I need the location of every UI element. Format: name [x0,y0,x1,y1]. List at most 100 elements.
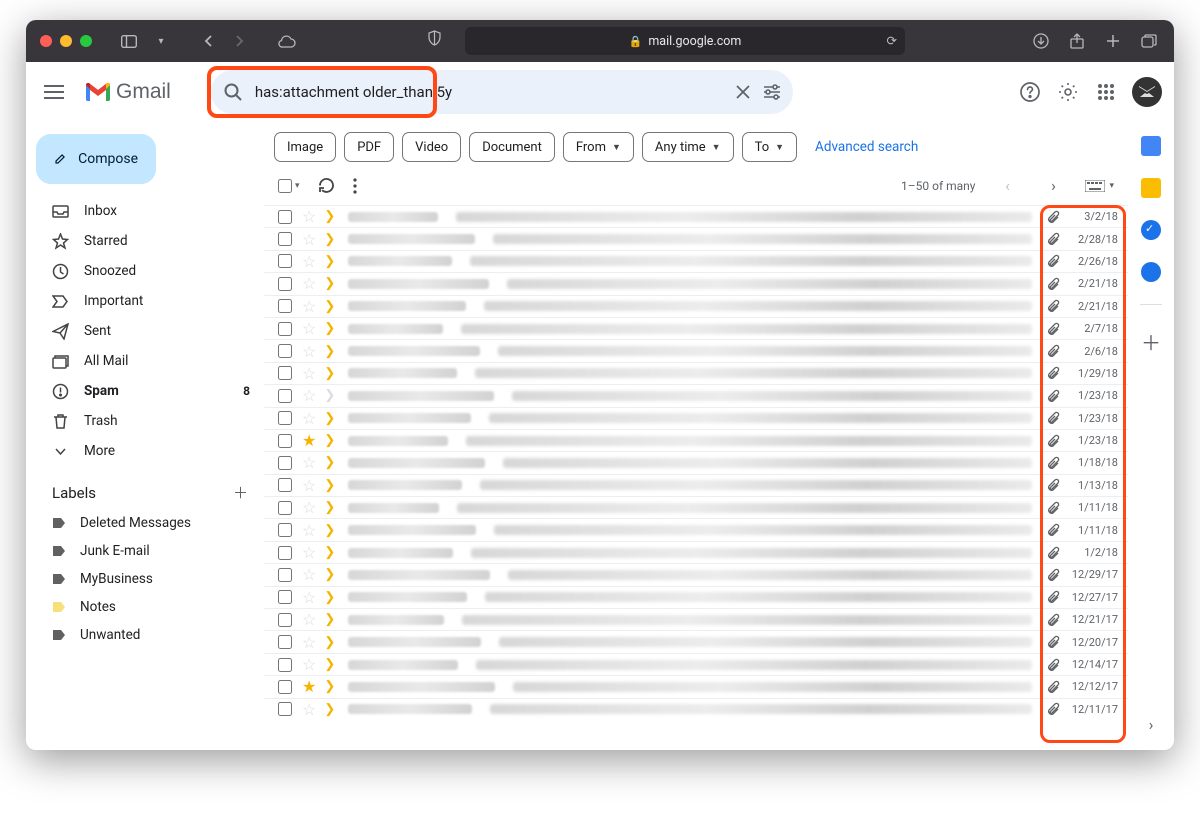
row-checkbox[interactable] [278,590,292,604]
email-row[interactable]: ☆ ❯ 12/20/17 [264,630,1128,652]
label-item[interactable]: Unwanted [34,621,264,649]
email-row[interactable]: ☆ ❯ 12/27/17 [264,586,1128,608]
search-options-icon[interactable] [763,84,781,100]
nav-item-allmail[interactable]: All Mail [34,346,264,376]
star-icon[interactable]: ☆ [302,364,316,383]
support-icon[interactable] [1018,80,1042,104]
star-icon[interactable]: ☆ [302,610,316,629]
clear-search-icon[interactable] [735,84,751,100]
row-checkbox[interactable] [278,501,292,515]
filter-chip[interactable]: Image [274,132,336,162]
row-checkbox[interactable] [278,277,292,291]
download-icon[interactable] [1030,30,1052,52]
email-row[interactable]: ☆ ❯ 1/13/18 [264,474,1128,496]
filter-chip[interactable]: From▼ [563,132,634,162]
share-icon[interactable] [1066,30,1088,52]
importance-marker-icon[interactable]: ❯ [324,299,338,314]
window-minimize-button[interactable] [60,35,72,47]
importance-marker-icon[interactable]: ❯ [324,232,338,247]
nav-item-clock[interactable]: Snoozed [34,256,264,286]
importance-marker-icon[interactable]: ❯ [324,679,338,694]
sidebar-toggle-icon[interactable] [118,30,140,52]
email-row[interactable]: ☆ ❯ 1/23/18 [264,407,1128,429]
nav-item-important[interactable]: Important [34,286,264,316]
row-checkbox[interactable] [278,680,292,694]
cloud-icon[interactable] [276,30,298,52]
row-checkbox[interactable] [278,658,292,672]
filter-chip[interactable]: Document [469,132,555,162]
account-avatar[interactable] [1132,77,1162,107]
filter-chip[interactable]: Video [402,132,461,162]
filter-chip[interactable]: PDF [344,132,394,162]
main-menu-button[interactable] [44,85,84,99]
importance-marker-icon[interactable]: ❯ [324,455,338,470]
reload-icon[interactable]: ⟳ [887,33,897,49]
label-item[interactable]: MyBusiness [34,565,264,593]
star-icon[interactable]: ☆ [302,319,316,338]
email-row[interactable]: ☆ ❯ 12/29/17 [264,563,1128,585]
star-icon[interactable]: ☆ [302,409,316,428]
email-row[interactable]: ☆ ❯ 1/11/18 [264,518,1128,540]
label-item[interactable]: Deleted Messages [34,509,264,537]
importance-marker-icon[interactable]: ❯ [324,388,338,403]
star-icon[interactable]: ☆ [302,655,316,674]
star-icon[interactable]: ☆ [302,453,316,472]
input-mode-button[interactable]: ▾ [1085,180,1114,192]
address-bar[interactable]: 🔒 mail.google.com ⟳ [465,27,905,55]
row-checkbox[interactable] [278,434,292,448]
importance-marker-icon[interactable]: ❯ [324,545,338,560]
star-icon[interactable]: ☆ [302,633,316,652]
importance-marker-icon[interactable]: ❯ [324,702,338,717]
new-tab-icon[interactable] [1102,30,1124,52]
apps-grid-icon[interactable] [1094,80,1118,104]
importance-marker-icon[interactable]: ❯ [324,411,338,426]
refresh-button[interactable] [318,177,335,194]
window-maximize-button[interactable] [80,35,92,47]
nav-item-trash[interactable]: Trash [34,406,264,436]
row-checkbox[interactable] [278,411,292,425]
search-input[interactable] [255,83,723,101]
select-all-checkbox[interactable]: ▾ [278,179,300,193]
star-icon[interactable]: ☆ [302,700,316,719]
email-row[interactable]: ☆ ❯ 12/21/17 [264,608,1128,630]
star-icon[interactable]: ☆ [302,230,316,249]
importance-marker-icon[interactable]: ❯ [324,500,338,515]
nav-back-icon[interactable] [198,30,220,52]
row-checkbox[interactable] [278,546,292,560]
filter-chip[interactable]: To▼ [742,132,797,162]
label-item[interactable]: Junk E-mail [34,537,264,565]
keep-addon-icon[interactable] [1141,178,1161,198]
row-checkbox[interactable] [278,254,292,268]
calendar-addon-icon[interactable] [1141,136,1161,156]
email-row[interactable]: ☆ ❯ 12/11/17 [264,698,1128,720]
email-row[interactable]: ☆ ❯ 2/21/18 [264,295,1128,317]
sidebar-dropdown-icon[interactable]: ▾ [150,30,172,52]
row-checkbox[interactable] [278,344,292,358]
nav-item-send[interactable]: Sent [34,316,264,346]
row-checkbox[interactable] [278,299,292,313]
importance-marker-icon[interactable]: ❯ [324,612,338,627]
importance-marker-icon[interactable]: ❯ [324,590,338,605]
email-row[interactable]: ☆ ❯ 2/28/18 [264,227,1128,249]
window-close-button[interactable] [40,35,52,47]
importance-marker-icon[interactable]: ❯ [324,523,338,538]
filter-chip[interactable]: Any time▼ [642,132,734,162]
email-row[interactable]: ☆ ❯ 1/2/18 [264,541,1128,563]
row-checkbox[interactable] [278,389,292,403]
row-checkbox[interactable] [278,232,292,246]
importance-marker-icon[interactable]: ❯ [324,366,338,381]
search-icon[interactable] [223,82,243,102]
star-icon[interactable]: ★ [302,431,316,450]
importance-marker-icon[interactable]: ❯ [324,209,338,224]
settings-icon[interactable] [1056,80,1080,104]
importance-marker-icon[interactable]: ❯ [324,567,338,582]
row-checkbox[interactable] [278,568,292,582]
page-next-button[interactable]: › [1039,176,1067,195]
importance-marker-icon[interactable]: ❯ [324,321,338,336]
row-checkbox[interactable] [278,613,292,627]
email-row[interactable]: ☆ ❯ 1/18/18 [264,451,1128,473]
row-checkbox[interactable] [278,456,292,470]
label-item[interactable]: Notes [34,593,264,621]
nav-item-inbox[interactable]: Inbox [34,196,264,226]
star-icon[interactable]: ☆ [302,521,316,540]
